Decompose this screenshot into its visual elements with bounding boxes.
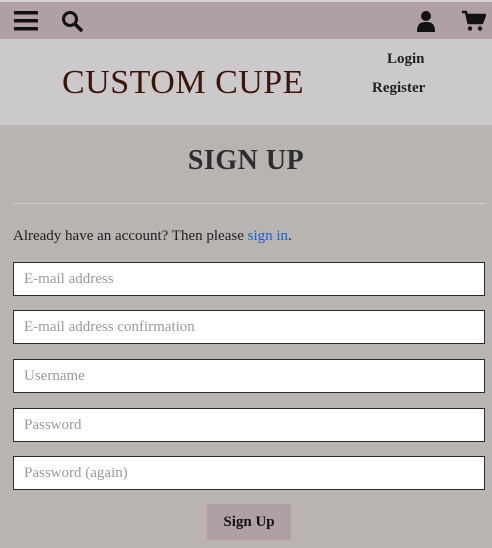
- signin-prompt-text: Already have an account? Then please: [13, 228, 248, 244]
- title-divider: [13, 203, 485, 204]
- page-title: SIGN UP: [187, 145, 305, 176]
- signin-prompt-end: .: [288, 228, 292, 244]
- site-logo-text[interactable]: CUSTOM CUPE: [62, 63, 302, 103]
- site-header: CUSTOM CUPE Login Register: [0, 39, 492, 125]
- sign-up-button[interactable]: Sign Up: [207, 504, 291, 540]
- login-link[interactable]: Login: [387, 51, 425, 68]
- cart-icon[interactable]: [462, 10, 486, 32]
- email-field[interactable]: [13, 262, 485, 296]
- register-link[interactable]: Register: [372, 80, 425, 97]
- password-field[interactable]: [13, 408, 485, 442]
- email-confirmation-field[interactable]: [13, 310, 485, 344]
- password-again-field[interactable]: [13, 456, 485, 490]
- search-icon[interactable]: [61, 10, 83, 32]
- username-field[interactable]: [13, 359, 485, 393]
- top-navigation-bar: [0, 0, 492, 39]
- sign-in-link[interactable]: sign in: [248, 228, 288, 244]
- signin-prompt: Already have an account? Then please sig…: [13, 228, 292, 245]
- user-icon[interactable]: [416, 10, 436, 32]
- menu-icon[interactable]: [14, 11, 38, 31]
